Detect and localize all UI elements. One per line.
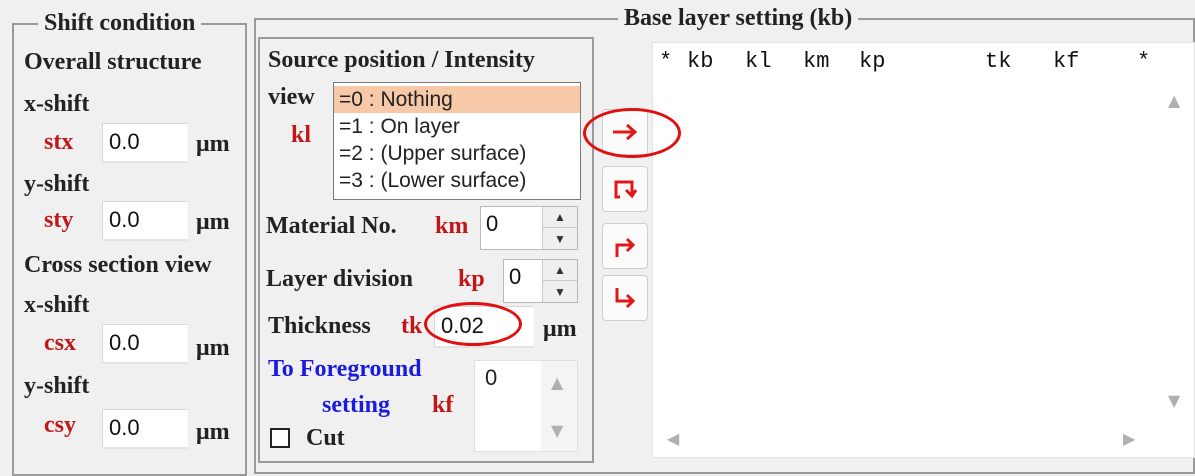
scroll-left-icon[interactable]: ◀: [667, 429, 679, 448]
tk-unit: μm: [543, 316, 577, 342]
turn-down-right-icon: [615, 288, 636, 309]
to-foreground-label[interactable]: To Foreground: [268, 355, 422, 383]
scroll-down-icon[interactable]: ▼: [551, 421, 563, 440]
sty-label: sty: [44, 207, 74, 233]
kp-stepper[interactable]: 0 ▲ ▼: [503, 259, 578, 303]
col-kl: kl: [745, 49, 772, 74]
add-button-highlight: [583, 108, 681, 158]
sty-unit: μm: [196, 209, 230, 235]
material-no-label: Material No.: [266, 213, 397, 239]
csx-unit: μm: [196, 335, 230, 361]
kf-scrollbar[interactable]: ▲ ▼: [541, 361, 577, 451]
tk-label: tk: [401, 313, 423, 339]
kl-label: kl: [291, 122, 312, 148]
base-layer-legend: Base layer setting (kb): [618, 5, 859, 31]
spin-down-icon[interactable]: ▼: [543, 281, 577, 302]
x-shift-label: x-shift: [24, 91, 90, 117]
spin-down-icon[interactable]: ▼: [543, 228, 577, 249]
col-tk: tk: [985, 49, 1012, 74]
kf-listbox[interactable]: 0 ▲ ▼: [474, 360, 578, 452]
col-kf: kf: [1053, 49, 1080, 74]
x-shift-label-2: x-shift: [24, 292, 90, 318]
foreground-setting-label[interactable]: setting: [322, 391, 390, 419]
kl-option-1[interactable]: =1 : On layer: [334, 113, 580, 140]
km-stepper[interactable]: 0 ▲ ▼: [480, 206, 578, 250]
kf-label: kf: [432, 392, 454, 418]
col-km: km: [803, 49, 830, 74]
spin-up-icon[interactable]: ▲: [543, 207, 577, 228]
thickness-highlight: [424, 302, 522, 346]
csy-input[interactable]: 0.0: [102, 409, 188, 449]
cross-section-label: Cross section view: [24, 252, 212, 278]
horizontal-scrollbar[interactable]: ◀ ▶: [653, 421, 1194, 457]
insert-up-button[interactable]: [602, 223, 648, 269]
return-button[interactable]: [602, 166, 648, 212]
col-star-right: *: [1137, 49, 1151, 74]
thickness-label: Thickness: [268, 313, 371, 339]
kp-spin-buttons[interactable]: ▲ ▼: [542, 260, 577, 302]
kl-listbox[interactable]: =0 : Nothing =1 : On layer =2 : (Upper s…: [333, 82, 581, 200]
scroll-up-icon[interactable]: ▲: [1168, 91, 1180, 110]
stx-label: stx: [44, 129, 74, 155]
km-value: 0: [486, 211, 499, 236]
kp-label: kp: [458, 266, 485, 292]
view-label: view: [268, 84, 315, 110]
kl-option-0[interactable]: =0 : Nothing: [334, 86, 580, 113]
col-kp: kp: [859, 49, 886, 74]
km-spin-buttons[interactable]: ▲ ▼: [542, 207, 577, 249]
kl-option-3[interactable]: =3 : (Lower surface): [334, 167, 580, 194]
km-label: km: [435, 213, 469, 239]
y-shift-label-2: y-shift: [24, 373, 90, 399]
csx-label: csx: [44, 330, 76, 356]
kp-value: 0: [509, 264, 522, 289]
turn-right-up-icon: [615, 237, 636, 257]
cut-label: Cut: [306, 425, 345, 451]
shift-condition-legend: Shift condition: [38, 10, 202, 36]
cut-checkbox[interactable]: [270, 428, 290, 448]
csy-label: csy: [44, 412, 76, 438]
scroll-down-icon[interactable]: ▼: [1168, 391, 1180, 410]
spin-up-icon[interactable]: ▲: [543, 260, 577, 281]
vertical-scrollbar[interactable]: ▲ ▼: [1158, 77, 1194, 422]
hook-return-icon: [614, 180, 638, 199]
csy-unit: μm: [196, 419, 230, 445]
y-shift-label: y-shift: [24, 171, 90, 197]
kl-option-2[interactable]: =2 : (Upper surface): [334, 140, 580, 167]
base-list-header: * kb kl km kp tk kf *: [653, 43, 1194, 77]
col-kb: kb: [687, 49, 714, 74]
stx-unit: μm: [196, 131, 230, 157]
scroll-right-icon[interactable]: ▶: [1123, 429, 1135, 448]
sty-input[interactable]: 0.0: [102, 201, 188, 241]
kf-value: 0: [485, 365, 498, 390]
csx-input[interactable]: 0.0: [102, 324, 188, 364]
base-layer-list[interactable]: * kb kl km kp tk kf * ▲ ▼ ◀ ▶: [652, 42, 1195, 458]
source-position-title: Source position / Intensity: [268, 47, 535, 73]
insert-down-button[interactable]: [602, 275, 648, 321]
col-star-left: *: [659, 49, 673, 74]
stx-input[interactable]: 0.0: [102, 123, 188, 163]
layer-division-label: Layer division: [266, 266, 413, 292]
scroll-up-icon[interactable]: ▲: [551, 373, 563, 392]
overall-structure-label: Overall structure: [24, 49, 202, 75]
